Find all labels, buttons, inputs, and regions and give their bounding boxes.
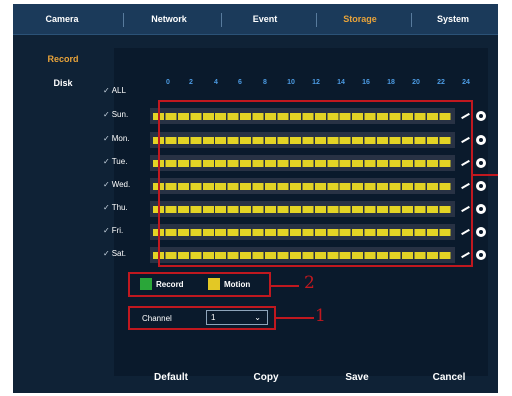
hour-label: 10 <box>287 79 295 86</box>
default-button[interactable]: Default <box>136 372 206 383</box>
gear-icon[interactable] <box>476 204 486 214</box>
hour-label: 0 <box>166 79 170 86</box>
day-label: Sun. <box>111 110 129 119</box>
channel-select[interactable]: 1 ⌄ <box>206 310 268 325</box>
hour-label: 8 <box>263 79 267 86</box>
tab-divider <box>316 13 317 27</box>
motion-legend-label: Motion <box>224 280 251 289</box>
hour-label: 4 <box>214 79 218 86</box>
annotation-leader <box>271 285 299 287</box>
checkmark-icon: ✓ <box>103 226 110 235</box>
annotation-number-2: 2 <box>304 273 315 293</box>
top-navigation: Camera Network Event Storage System <box>13 4 498 35</box>
cancel-button[interactable]: Cancel <box>414 372 484 383</box>
gear-icon[interactable] <box>476 135 486 145</box>
hour-label: 14 <box>337 79 345 86</box>
gear-icon[interactable] <box>476 158 486 168</box>
tab-divider <box>411 13 412 27</box>
day-label: Wed. <box>111 180 131 189</box>
day-checkbox-sat[interactable]: ✓ Sat. <box>103 249 126 258</box>
tab-network[interactable]: Network <box>125 4 213 35</box>
gear-icon[interactable] <box>476 181 486 191</box>
select-all-label: ALL <box>111 86 126 95</box>
checkmark-icon: ✓ <box>103 157 110 166</box>
day-label: Mon. <box>111 134 130 143</box>
day-checkbox-fri[interactable]: ✓ Fri. <box>103 226 123 235</box>
select-all-checkbox[interactable]: ✓ ALL <box>103 86 126 95</box>
tab-system[interactable]: System <box>413 4 493 35</box>
checkmark-icon: ✓ <box>103 86 110 95</box>
channel-label: Channel <box>142 314 172 323</box>
record-legend-label: Record <box>156 280 184 289</box>
record-swatch <box>140 278 152 290</box>
day-label: Sat. <box>111 249 126 258</box>
day-checkbox-tue[interactable]: ✓ Tue. <box>103 157 127 166</box>
tab-event[interactable]: Event <box>223 4 307 35</box>
tab-divider <box>123 13 124 27</box>
gear-icon[interactable] <box>476 250 486 260</box>
day-checkbox-mon[interactable]: ✓ Mon. <box>103 134 130 143</box>
checkmark-icon: ✓ <box>103 180 110 189</box>
day-checkbox-wed[interactable]: ✓ Wed. <box>103 180 130 189</box>
annotation-leader <box>276 317 314 319</box>
annotation-number-1: 1 <box>315 306 326 326</box>
hour-label: 22 <box>437 79 445 86</box>
channel-value: 1 <box>211 313 216 322</box>
day-checkbox-sun[interactable]: ✓ Sun. <box>103 110 128 119</box>
hour-label: 18 <box>387 79 395 86</box>
hour-label: 12 <box>312 79 320 86</box>
tab-camera[interactable]: Camera <box>23 4 101 35</box>
day-checkbox-thu[interactable]: ✓ Thu. <box>103 203 128 212</box>
day-label: Thu. <box>111 203 128 212</box>
chevron-down-icon: ⌄ <box>254 313 261 322</box>
copy-button[interactable]: Copy <box>231 372 301 383</box>
checkmark-icon: ✓ <box>103 249 110 258</box>
checkmark-icon: ✓ <box>103 110 110 119</box>
tab-divider <box>221 13 222 27</box>
tab-storage[interactable]: Storage <box>318 4 402 35</box>
hour-label: 20 <box>412 79 420 86</box>
motion-swatch <box>208 278 220 290</box>
sidebar-item-disk[interactable]: Disk <box>13 78 113 88</box>
checkmark-icon: ✓ <box>103 203 110 212</box>
sidebar-item-record[interactable]: Record <box>13 54 113 64</box>
day-label: Tue. <box>111 157 128 166</box>
gear-icon[interactable] <box>476 111 486 121</box>
save-button[interactable]: Save <box>322 372 392 383</box>
annotation-leader <box>473 174 498 176</box>
hour-label: 2 <box>189 79 193 86</box>
hour-label: 16 <box>362 79 370 86</box>
day-label: Fri. <box>111 226 124 235</box>
hour-label: 24 <box>462 79 470 86</box>
checkmark-icon: ✓ <box>103 134 110 143</box>
schedule-highlight-box <box>158 100 473 267</box>
hour-label: 6 <box>238 79 242 86</box>
gear-icon[interactable] <box>476 227 486 237</box>
